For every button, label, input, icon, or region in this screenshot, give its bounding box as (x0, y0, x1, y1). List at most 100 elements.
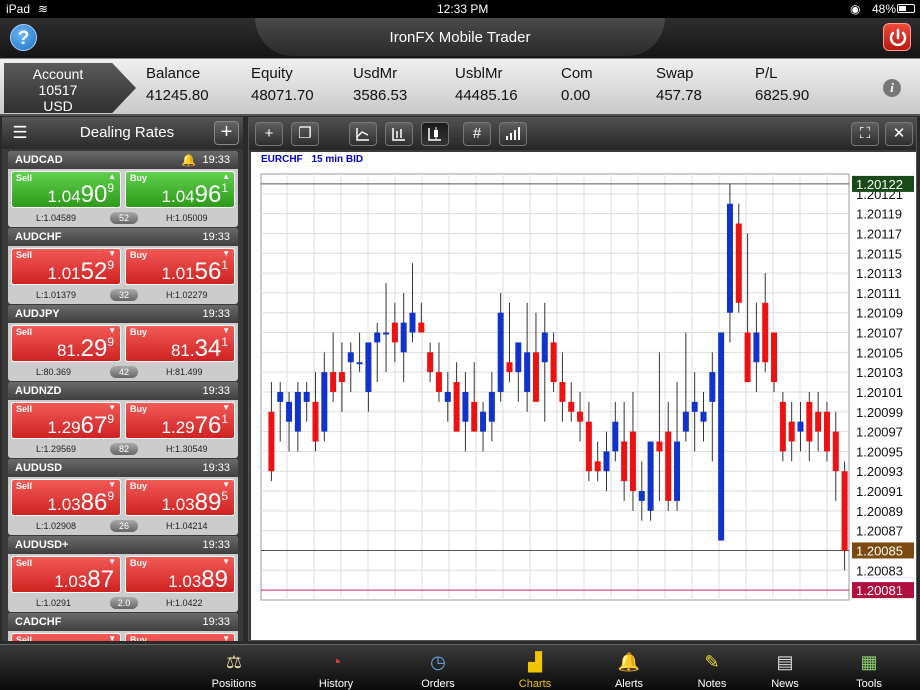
rate-card[interactable]: CADCHF 19:33 Sell ▼ Buy ▼ (8, 613, 238, 641)
volume-button[interactable] (499, 122, 527, 146)
rate-symbol: CADCHF (15, 616, 62, 628)
buy-button[interactable]: Buy ▼ 81.341 (125, 325, 235, 362)
daily-high: H:1.04214 (166, 521, 208, 531)
line-chart-icon (356, 128, 369, 141)
buy-button[interactable]: Buy ▼ 1.01561 (125, 248, 235, 285)
stat-value: 48071.70 (251, 87, 314, 104)
notes-icon: ✎ (704, 652, 720, 672)
sell-button[interactable]: Sell ▼ 1.03869 (11, 479, 121, 516)
tab-charts[interactable]: ▟ Charts (495, 645, 575, 690)
tab-orders[interactable]: ◷ Orders (398, 645, 478, 690)
price-prefix: 1.03 (168, 572, 202, 591)
sell-button[interactable]: Sell ▼ 1.0387 (11, 556, 121, 593)
rate-symbol: AUDUSD (15, 462, 63, 474)
candle-body (700, 411, 707, 422)
buy-button[interactable]: Buy ▼ 1.03895 (125, 479, 235, 516)
y-tick-label: 1.20119 (856, 207, 902, 222)
rate-card[interactable]: AUDNZD 19:33 Sell ▼ 1.29679 Buy ▼ 1.29761 L:1.29… (8, 382, 238, 458)
arrow-down-icon: ▼ (222, 403, 230, 412)
rate-card[interactable]: AUDJPY 19:33 Sell ▼ 81.299 Buy ▼ 81.341 L:80.369… (8, 305, 238, 381)
buy-button[interactable]: Buy ▼ (125, 633, 235, 641)
app-root: iPad ≋ 12:33 PM ◉ 48% IronFX Mobile Trad… (0, 0, 920, 690)
price-pips: 56 (194, 258, 222, 285)
tab-news[interactable]: ▤ News (745, 645, 825, 690)
stat-usblmr: UsblMr 44485.16 (455, 65, 518, 104)
buy-label: Buy (130, 250, 148, 260)
stat-swap: Swap 457.78 (656, 65, 702, 104)
grid-toggle-button[interactable]: # (463, 122, 491, 146)
rate-card[interactable]: AUDUSD+ 19:33 Sell ▼ 1.0387 Buy ▼ 1.0389 L:1.029… (8, 536, 238, 612)
price-pips: 89 (201, 566, 228, 593)
info-icon[interactable]: i (883, 79, 901, 97)
buy-button[interactable]: Buy ▼ 1.0389 (125, 556, 235, 593)
daily-low: L:1.04589 (36, 213, 77, 223)
tab-positions[interactable]: ⚖ Positions (194, 645, 274, 690)
tab-tools[interactable]: ▦ Tools (829, 645, 909, 690)
logout-button[interactable] (883, 23, 911, 51)
tab-alerts[interactable]: 🔔 Alerts (589, 645, 669, 690)
rate-card[interactable]: AUDUSD 19:33 Sell ▼ 1.03869 Buy ▼ 1.03895 L:1.02… (8, 459, 238, 535)
line-chart-button[interactable] (349, 122, 377, 146)
tab-notes[interactable]: ✎ Notes (672, 645, 752, 690)
candle-chart-button[interactable] (421, 122, 449, 146)
candle-body (753, 332, 760, 363)
rate-card[interactable]: AUDCAD 🔔 19:33 Sell ▲ 1.04909 Buy ▲ 1.04961 L:1.0… (8, 151, 238, 227)
sell-price: 1.29679 (48, 412, 114, 440)
sell-button[interactable]: Sell ▼ 1.01529 (11, 248, 121, 285)
buy-price: 1.03895 (162, 489, 228, 517)
price-fraction: 9 (107, 335, 114, 349)
rate-symbol: AUDJPY (15, 308, 60, 320)
price-prefix: 1.29 (161, 418, 195, 437)
buy-price: 1.01561 (162, 258, 228, 286)
dealing-rates-header: ☰ Dealing Rates + (2, 117, 243, 149)
candle-body (294, 391, 301, 432)
sell-button[interactable]: Sell ▼ 1.29679 (11, 402, 121, 439)
y-tick-label: 1.20117 (856, 226, 902, 241)
candle-body (444, 391, 451, 402)
candle-body (347, 352, 354, 363)
candle-body (277, 391, 284, 402)
price-pips: 90 (80, 181, 108, 208)
copy-chart-button[interactable]: ❐ (291, 122, 319, 146)
stat-usdmr: UsdMr 3586.53 (353, 65, 407, 104)
add-symbol-button[interactable]: + (214, 121, 239, 145)
buy-label: Buy (130, 404, 148, 414)
candle-body (638, 491, 645, 501)
buy-button[interactable]: Buy ▼ 1.29761 (125, 402, 235, 439)
list-icon[interactable]: ☰ (8, 122, 32, 144)
spread-badge: 42 (110, 366, 138, 378)
fullscreen-button[interactable]: ⛶ (851, 122, 879, 146)
account-currency: USD (43, 98, 73, 114)
sell-button[interactable]: Sell ▲ 1.04909 (11, 171, 121, 208)
candle-body (762, 302, 769, 363)
bar-chart-button[interactable] (385, 122, 413, 146)
arrow-down-icon: ▼ (108, 403, 116, 412)
price-prefix: 1.29 (47, 418, 81, 437)
add-chart-button[interactable]: + (255, 122, 283, 146)
copy-icon: ❐ (298, 125, 312, 142)
candle-body (612, 421, 619, 452)
account-selector[interactable]: Account 10517 USD (4, 63, 136, 113)
rate-card[interactable]: AUDCHF 19:33 Sell ▼ 1.01529 Buy ▼ 1.01561 L:1.01… (8, 228, 238, 304)
spread-badge: 2.0 (110, 597, 138, 609)
close-chart-button[interactable]: ✕ (885, 122, 913, 146)
price-pips: 29 (80, 335, 108, 362)
stat-pl: P/L 6825.90 (755, 65, 809, 104)
tab-history[interactable]: ◔ History (296, 645, 376, 690)
positions-icon: ⚖ (225, 652, 243, 672)
candle-body (471, 401, 478, 432)
candle-body (418, 322, 425, 333)
candle-body (435, 372, 442, 392)
spread-badge: 26 (110, 520, 138, 532)
price-prefix: 1.01 (47, 264, 81, 283)
account-number: 10517 (38, 82, 78, 98)
y-tick-label: 1.20113 (856, 266, 902, 281)
sell-button[interactable]: Sell ▼ 81.299 (11, 325, 121, 362)
help-button[interactable]: ? (10, 24, 37, 51)
buy-button[interactable]: Buy ▲ 1.04961 (125, 171, 235, 208)
price-fraction: 1 (221, 181, 228, 195)
rate-card-footer: L:1.0291 2.0 H:1.0422 (8, 594, 238, 612)
chart-area[interactable]: EURCHF 15 min BID 1.20121 1.20119 1.20117 1… (251, 152, 916, 640)
sell-button[interactable]: Sell ▼ (11, 633, 121, 641)
candle-body (409, 312, 416, 333)
